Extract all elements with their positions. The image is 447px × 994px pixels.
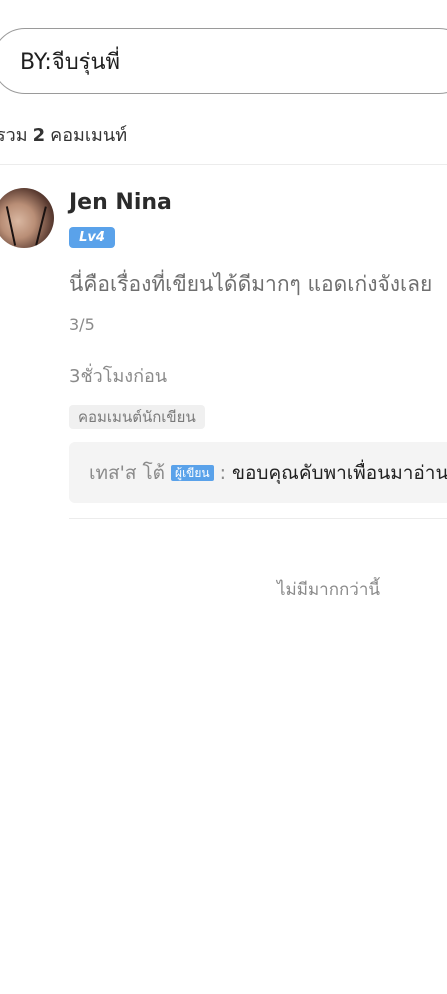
comment-divider	[69, 518, 447, 519]
level-badge: Lv4	[69, 227, 115, 248]
avatar[interactable]	[0, 188, 54, 248]
comment-username[interactable]: Jen Nina	[69, 190, 172, 215]
comment-count-prefix: รวม	[0, 125, 28, 146]
reply-separator: :	[219, 461, 227, 484]
writer-comment-tag: คอมเมนต์นักเขียน	[69, 405, 205, 429]
no-more-comments-label: ไม่มีมากกว่านี้	[277, 580, 381, 600]
comment-text: นี่คือเรื่องที่เขียนได้ดีมากๆ แอดเก่งจัง…	[69, 272, 433, 296]
comment-count-number: 2	[32, 125, 46, 146]
comment-count-summary: รวม 2 คอมเมนท์	[0, 120, 127, 149]
reply-author-name: เทส'ส โต้	[89, 461, 166, 484]
author-filter-pill[interactable]: BY:จีบรุ่นพี่	[0, 28, 447, 94]
avatar-detail	[35, 206, 47, 246]
author-reply[interactable]: เทส'ส โต้ ผู้เขียน : ขอบคุณคับพาเพื่อนมา…	[69, 442, 447, 503]
reply-text: ขอบคุณคับพาเพื่อนมาอ่านด้วยนะ	[232, 461, 447, 484]
comment-timestamp: 3ชั่วโมงก่อน	[69, 366, 168, 387]
author-badge: ผู้เขียน	[171, 464, 214, 481]
chapter-indicator: 3/5	[69, 315, 95, 334]
header-divider	[0, 164, 447, 165]
author-filter-label: BY:จีบรุ่นพี่	[20, 49, 121, 75]
comment-count-suffix: คอมเมนท์	[50, 125, 128, 146]
avatar-detail	[5, 206, 17, 246]
comments-page: BY:จีบรุ่นพี่ รวม 2 คอมเมนท์ Jen Nina Lv4 …	[0, 0, 447, 994]
